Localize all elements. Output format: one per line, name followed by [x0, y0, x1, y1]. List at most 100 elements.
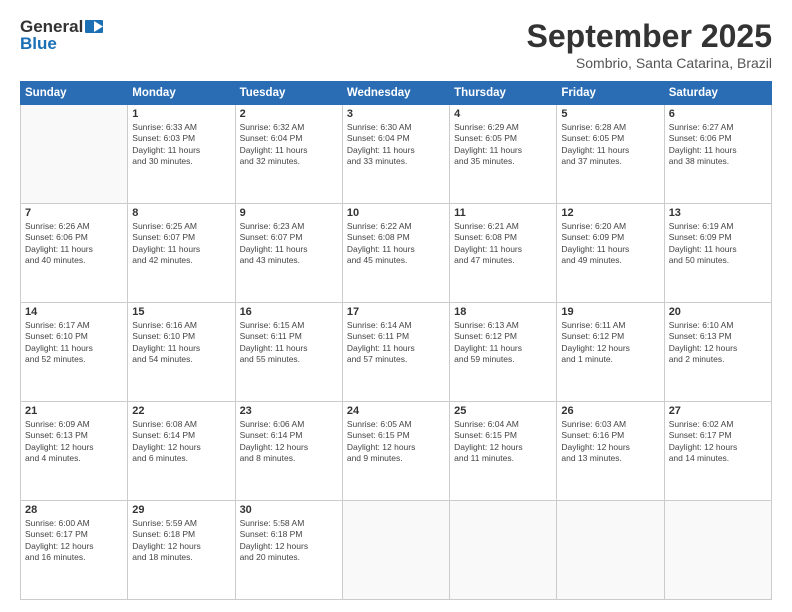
calendar-cell: 12 Sunrise: 6:20 AMSunset: 6:09 PMDayligh… [557, 204, 664, 303]
day-number: 16 [240, 306, 338, 318]
day-number: 4 [454, 108, 552, 120]
day-info: Sunrise: 6:27 AMSunset: 6:06 PMDaylight:… [669, 122, 767, 168]
day-info: Sunrise: 6:05 AMSunset: 6:15 PMDaylight:… [347, 419, 445, 465]
weekday-header: Tuesday [235, 82, 342, 105]
page: General Blue September 2025 Sombrio, San… [0, 0, 792, 612]
calendar-cell: 2 Sunrise: 6:32 AMSunset: 6:04 PMDaylight… [235, 105, 342, 204]
day-info: Sunrise: 6:15 AMSunset: 6:11 PMDaylight:… [240, 320, 338, 366]
calendar-cell: 3Sunrise: 6:30 AMSunset: 6:04 PMDaylight… [342, 105, 449, 204]
calendar-cell: 23 Sunrise: 6:06 AMSunset: 6:14 PMDayligh… [235, 402, 342, 501]
day-info: Sunrise: 6:06 AMSunset: 6:14 PMDaylight:… [240, 419, 338, 465]
calendar-cell: 15 Sunrise: 6:16 AMSunset: 6:10 PMDayligh… [128, 303, 235, 402]
day-info: Sunrise: 6:25 AMSunset: 6:07 PMDaylight:… [132, 221, 230, 267]
day-info: Sunrise: 6:10 AMSunset: 6:13 PMDaylight:… [669, 320, 767, 366]
day-number: 15 [132, 306, 230, 318]
calendar-cell: 16 Sunrise: 6:15 AMSunset: 6:11 PMDayligh… [235, 303, 342, 402]
weekday-header: Monday [128, 82, 235, 105]
day-info: Sunrise: 6:21 AMSunset: 6:08 PMDaylight:… [454, 221, 552, 267]
calendar-cell: 24Sunrise: 6:05 AMSunset: 6:15 PMDayligh… [342, 402, 449, 501]
day-number: 25 [454, 405, 552, 417]
day-info: Sunrise: 6:19 AMSunset: 6:09 PMDaylight:… [669, 221, 767, 267]
day-number: 26 [561, 405, 659, 417]
calendar-cell: 26 Sunrise: 6:03 AMSunset: 6:16 PMDayligh… [557, 402, 664, 501]
day-number: 18 [454, 306, 552, 318]
day-info: Sunrise: 6:32 AMSunset: 6:04 PMDaylight:… [240, 122, 338, 168]
day-info: Sunrise: 6:09 AMSunset: 6:13 PMDaylight:… [25, 419, 123, 465]
calendar-cell: 1Sunrise: 6:33 AMSunset: 6:03 PMDaylight… [128, 105, 235, 204]
day-number: 6 [669, 108, 767, 120]
day-info: Sunrise: 5:59 AMSunset: 6:18 PMDaylight:… [132, 518, 230, 564]
header: General Blue September 2025 Sombrio, San… [20, 18, 772, 71]
weekday-header: Saturday [664, 82, 771, 105]
calendar-cell: 8 Sunrise: 6:25 AMSunset: 6:07 PMDaylight… [128, 204, 235, 303]
calendar-cell: 4Sunrise: 6:29 AMSunset: 6:05 PMDaylight… [450, 105, 557, 204]
title-block: September 2025 Sombrio, Santa Catarina, … [527, 18, 772, 71]
day-info: Sunrise: 6:23 AMSunset: 6:07 PMDaylight:… [240, 221, 338, 267]
month-title: September 2025 [527, 18, 772, 55]
day-info: Sunrise: 6:03 AMSunset: 6:16 PMDaylight:… [561, 419, 659, 465]
calendar-week-row: 28Sunrise: 6:00 AMSunset: 6:17 PMDayligh… [21, 501, 772, 600]
day-number: 19 [561, 306, 659, 318]
calendar-cell [450, 501, 557, 600]
calendar-cell: 9 Sunrise: 6:23 AMSunset: 6:07 PMDaylight… [235, 204, 342, 303]
calendar-week-row: 14 Sunrise: 6:17 AMSunset: 6:10 PMDayligh… [21, 303, 772, 402]
calendar-cell [342, 501, 449, 600]
weekday-header: Wednesday [342, 82, 449, 105]
calendar-cell: 14 Sunrise: 6:17 AMSunset: 6:10 PMDayligh… [21, 303, 128, 402]
calendar-cell: 20Sunrise: 6:10 AMSunset: 6:13 PMDayligh… [664, 303, 771, 402]
day-info: Sunrise: 6:17 AMSunset: 6:10 PMDaylight:… [25, 320, 123, 366]
calendar-cell: 19 Sunrise: 6:11 AMSunset: 6:12 PMDayligh… [557, 303, 664, 402]
calendar-cell: 29 Sunrise: 5:59 AMSunset: 6:18 PMDayligh… [128, 501, 235, 600]
day-number: 3 [347, 108, 445, 120]
calendar-cell: 17 Sunrise: 6:14 AMSunset: 6:11 PMDayligh… [342, 303, 449, 402]
day-number: 9 [240, 207, 338, 219]
day-number: 13 [669, 207, 767, 219]
day-info: Sunrise: 6:04 AMSunset: 6:15 PMDaylight:… [454, 419, 552, 465]
calendar-week-row: 21 Sunrise: 6:09 AMSunset: 6:13 PMDayligh… [21, 402, 772, 501]
day-info: Sunrise: 6:14 AMSunset: 6:11 PMDaylight:… [347, 320, 445, 366]
day-number: 17 [347, 306, 445, 318]
day-number: 7 [25, 207, 123, 219]
day-info: Sunrise: 5:58 AMSunset: 6:18 PMDaylight:… [240, 518, 338, 564]
day-info: Sunrise: 6:16 AMSunset: 6:10 PMDaylight:… [132, 320, 230, 366]
calendar-cell: 30 Sunrise: 5:58 AMSunset: 6:18 PMDayligh… [235, 501, 342, 600]
calendar-cell: 28Sunrise: 6:00 AMSunset: 6:17 PMDayligh… [21, 501, 128, 600]
day-number: 8 [132, 207, 230, 219]
day-number: 28 [25, 504, 123, 516]
location-subtitle: Sombrio, Santa Catarina, Brazil [527, 55, 772, 71]
calendar-cell: 7 Sunrise: 6:26 AMSunset: 6:06 PMDaylight… [21, 204, 128, 303]
calendar-cell: 6 Sunrise: 6:27 AMSunset: 6:06 PMDaylight… [664, 105, 771, 204]
calendar-cell: 13 Sunrise: 6:19 AMSunset: 6:09 PMDayligh… [664, 204, 771, 303]
day-info: Sunrise: 6:28 AMSunset: 6:05 PMDaylight:… [561, 122, 659, 168]
day-info: Sunrise: 6:26 AMSunset: 6:06 PMDaylight:… [25, 221, 123, 267]
day-number: 23 [240, 405, 338, 417]
day-number: 30 [240, 504, 338, 516]
weekday-header: Sunday [21, 82, 128, 105]
weekday-header: Thursday [450, 82, 557, 105]
calendar-cell: 25 Sunrise: 6:04 AMSunset: 6:15 PMDayligh… [450, 402, 557, 501]
day-number: 11 [454, 207, 552, 219]
calendar-week-row: 1Sunrise: 6:33 AMSunset: 6:03 PMDaylight… [21, 105, 772, 204]
logo-flag-icon [85, 20, 103, 33]
calendar-cell: 21 Sunrise: 6:09 AMSunset: 6:13 PMDayligh… [21, 402, 128, 501]
calendar-cell [557, 501, 664, 600]
calendar-cell: 10 Sunrise: 6:22 AMSunset: 6:08 PMDayligh… [342, 204, 449, 303]
day-info: Sunrise: 6:08 AMSunset: 6:14 PMDaylight:… [132, 419, 230, 465]
day-info: Sunrise: 6:11 AMSunset: 6:12 PMDaylight:… [561, 320, 659, 366]
day-info: Sunrise: 6:22 AMSunset: 6:08 PMDaylight:… [347, 221, 445, 267]
day-number: 12 [561, 207, 659, 219]
day-number: 10 [347, 207, 445, 219]
day-number: 22 [132, 405, 230, 417]
calendar-cell: 22 Sunrise: 6:08 AMSunset: 6:14 PMDayligh… [128, 402, 235, 501]
day-info: Sunrise: 6:13 AMSunset: 6:12 PMDaylight:… [454, 320, 552, 366]
day-number: 29 [132, 504, 230, 516]
calendar-cell [21, 105, 128, 204]
weekday-header: Friday [557, 82, 664, 105]
day-info: Sunrise: 6:20 AMSunset: 6:09 PMDaylight:… [561, 221, 659, 267]
day-number: 21 [25, 405, 123, 417]
day-number: 27 [669, 405, 767, 417]
day-number: 5 [561, 108, 659, 120]
logo-text: General Blue [20, 18, 103, 52]
day-number: 14 [25, 306, 123, 318]
day-number: 2 [240, 108, 338, 120]
